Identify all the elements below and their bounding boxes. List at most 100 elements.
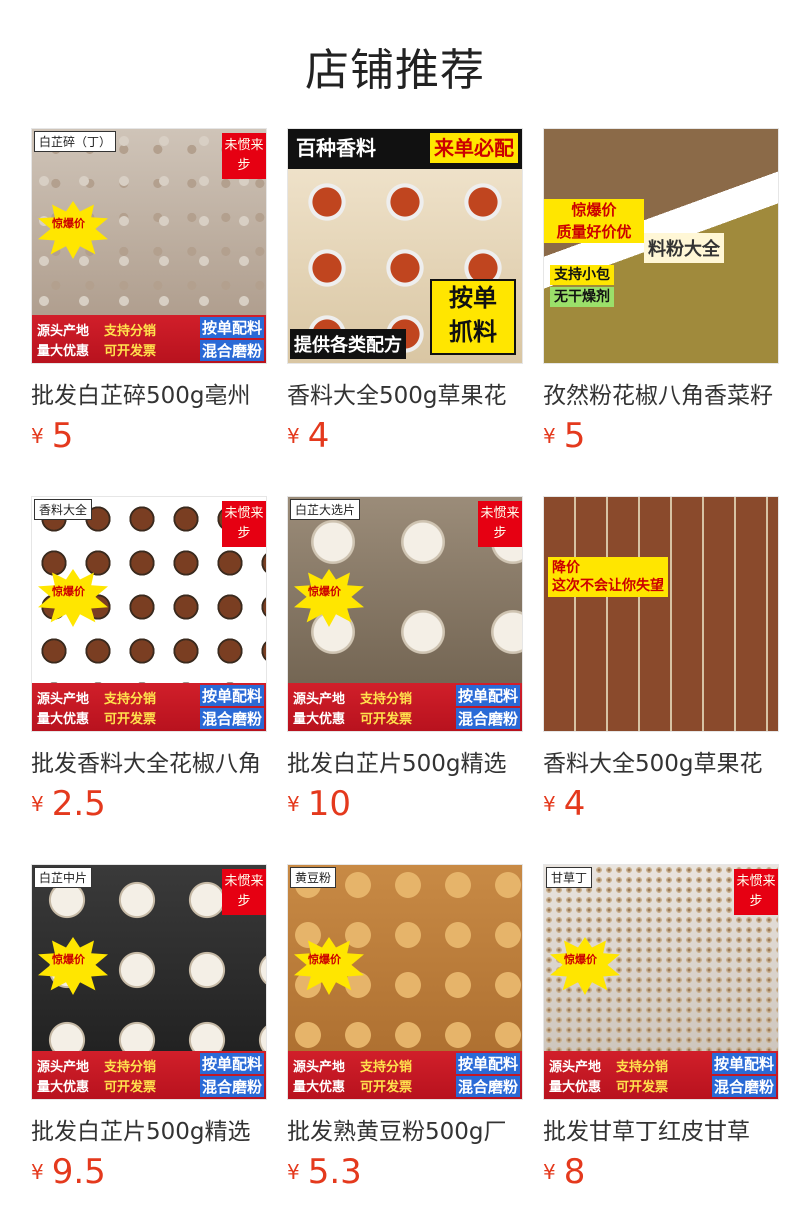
price-value: 4 [307, 416, 330, 456]
price-value: 5 [51, 416, 74, 456]
promo-band-l1: 源头产地 [293, 1060, 346, 1075]
promo-band-l1: 源头产地 [37, 1060, 90, 1075]
catalog-promo: 降价这次不会让你失望 [548, 557, 668, 597]
price-currency: ¥ [31, 1160, 44, 1184]
spice-big-2: 抓料 [449, 318, 497, 346]
product-price: ¥5.3 [287, 1152, 362, 1192]
product-card[interactable]: 百种香料 来单必配 按单 抓料 提供各类配方 香料大全500g草果花 ¥4 [287, 128, 523, 468]
product-price: ¥4 [287, 416, 329, 456]
brand-corner-badge: 未惯来步 [222, 869, 266, 915]
powder-support-2: 无干燥剂 [550, 287, 614, 307]
powder-banner: 惊爆价 质量好价优 [544, 199, 644, 243]
product-card[interactable]: 甘草丁 未惯来步 惊爆价 源头产地 量大优惠 支持分销 可开发票 按单配料 混合磨粉 批发甘草丁红… [543, 864, 779, 1204]
promo-band: 源头产地 量大优惠 支持分销 可开发票 按单配料 混合磨粉 [32, 683, 266, 731]
spice-banner-right: 来单必配 [430, 133, 518, 163]
product-image[interactable]: 白芷碎（丁） 未惯来步 惊爆价 源头产地 量大优惠 支持分销 可开发票 按单配料 混合磨粉 [31, 128, 267, 364]
product-name[interactable]: 批发甘草丁红皮甘草 [543, 1112, 779, 1146]
price-currency: ¥ [287, 1160, 300, 1184]
price-currency: ¥ [543, 1160, 556, 1184]
product-image[interactable]: 百种香料 来单必配 按单 抓料 提供各类配方 [287, 128, 523, 364]
promo-band-r1: 按单配料 [199, 317, 264, 338]
promo-band-r2: 混合磨粉 [199, 1076, 264, 1097]
product-name[interactable]: 批发香料大全花椒八角 [31, 744, 267, 778]
product-image[interactable]: 料粉大全 惊爆价 质量好价优 支持小包 无干燥剂 [543, 128, 779, 364]
price-value: 5 [563, 416, 586, 456]
product-image[interactable]: 香料大全 未惯来步 惊爆价 源头产地 量大优惠 支持分销 可开发票 按单配料 混合磨粉 [31, 496, 267, 732]
promo-band-m1: 支持分销 [360, 692, 413, 707]
product-card[interactable]: 香料大全 未惯来步 惊爆价 源头产地 量大优惠 支持分销 可开发票 按单配料 混合磨粉 批发香料大… [31, 496, 267, 836]
page-title: 店铺推荐 [305, 45, 485, 96]
product-name[interactable]: 批发白芷片500g精选 [287, 744, 523, 778]
product-card[interactable]: 降价这次不会让你失望香料大全500g草果花 ¥4 [543, 496, 779, 836]
product-card[interactable]: 白芷中片 未惯来步 惊爆价 源头产地 量大优惠 支持分销 可开发票 按单配料 混合磨粉 批发白芷片… [31, 864, 267, 1204]
price-currency: ¥ [543, 792, 556, 816]
brand-corner-badge: 未惯来步 [222, 501, 266, 547]
product-name[interactable]: 孜然粉花椒八角香菜籽 [543, 376, 779, 410]
promo-band-r2: 混合磨粉 [711, 1076, 776, 1097]
product-card[interactable]: 白芷碎（丁） 未惯来步 惊爆价 源头产地 量大优惠 支持分销 可开发票 按单配料 混合磨粉 批发白… [31, 128, 267, 468]
price-currency: ¥ [31, 424, 44, 448]
brand-corner-badge: 未惯来步 [222, 133, 266, 179]
promo-band-r1: 按单配料 [199, 685, 264, 706]
promo-burst-text: 惊爆价 [52, 953, 85, 966]
promo-band-m1: 支持分销 [104, 692, 157, 707]
promo-burst-text: 惊爆价 [564, 953, 597, 966]
product-image[interactable]: 甘草丁 未惯来步 惊爆价 源头产地 量大优惠 支持分销 可开发票 按单配料 混合磨粉 [543, 864, 779, 1100]
price-value: 5.3 [307, 1152, 362, 1192]
spice-banner-left: 百种香料 [296, 136, 376, 160]
promo-band-m1: 支持分销 [360, 1060, 413, 1075]
promo-band-r1: 按单配料 [199, 1053, 264, 1074]
product-name[interactable]: 批发白芷碎500g亳州 [31, 376, 267, 410]
promo-band-l2: 量大优惠 [293, 1080, 346, 1095]
promo-band-r1: 按单配料 [455, 685, 520, 706]
product-price: ¥10 [287, 784, 351, 824]
product-name[interactable]: 批发熟黄豆粉500g厂 [287, 1112, 523, 1146]
promo-burst-text: 惊爆价 [52, 217, 85, 230]
promo-band-m2: 可开发票 [616, 1080, 669, 1095]
brand-corner-badge: 未惯来步 [478, 501, 522, 547]
promo-band-m2: 可开发票 [360, 1080, 413, 1095]
powder-banner-1: 惊爆价 [571, 201, 617, 219]
product-price: ¥9.5 [31, 1152, 106, 1192]
promo-band-r1: 按单配料 [455, 1053, 520, 1074]
product-image[interactable]: 黄豆粉 惊爆价 源头产地 量大优惠 支持分销 可开发票 按单配料 混合磨粉 [287, 864, 523, 1100]
price-value: 10 [307, 784, 351, 824]
product-tag: 甘草丁 [546, 867, 593, 888]
catalog-promo-2: 这次不会让你失望 [552, 578, 664, 594]
product-price: ¥2.5 [31, 784, 106, 824]
spice-banner: 百种香料 来单必配 [288, 129, 522, 169]
product-image[interactable]: 白芷中片 未惯来步 惊爆价 源头产地 量大优惠 支持分销 可开发票 按单配料 混合磨粉 [31, 864, 267, 1100]
page: 店铺推荐 白芷碎（丁） 未惯来步 惊爆价 源头产地 量大优惠 支持分销 可开发票 按单配料 混合… [0, 0, 790, 1232]
promo-band: 源头产地 量大优惠 支持分销 可开发票 按单配料 混合磨粉 [32, 1051, 266, 1099]
product-image[interactable]: 白芷大选片 未惯来步 惊爆价 源头产地 量大优惠 支持分销 可开发票 按单配料 混合磨粉 [287, 496, 523, 732]
product-name[interactable]: 香料大全500g草果花 [543, 744, 779, 778]
product-price: ¥4 [543, 784, 585, 824]
catalog-promo-1: 降价 [552, 560, 580, 576]
product-tag: 香料大全 [34, 499, 93, 520]
price-value: 2.5 [51, 784, 106, 824]
product-tag: 白芷大选片 [290, 499, 361, 520]
product-name[interactable]: 香料大全500g草果花 [287, 376, 523, 410]
promo-band-l1: 源头产地 [549, 1060, 602, 1075]
product-image[interactable]: 降价这次不会让你失望 [543, 496, 779, 732]
promo-band-m1: 支持分销 [616, 1060, 669, 1075]
powder-support: 支持小包 无干燥剂 [550, 265, 614, 307]
promo-band-m1: 支持分销 [104, 324, 157, 339]
promo-band: 源头产地量大优惠 支持分销可开发票 按单配料 混合磨粉 [288, 1051, 522, 1099]
product-tag: 黄豆粉 [290, 867, 337, 888]
product-tag: 白芷碎（丁） [34, 131, 117, 152]
price-value: 8 [563, 1152, 586, 1192]
price-value: 9.5 [51, 1152, 106, 1192]
product-tag: 白芷中片 [34, 867, 93, 888]
promo-band-l1: 源头产地 [37, 324, 90, 339]
price-value: 4 [563, 784, 586, 824]
product-card[interactable]: 白芷大选片 未惯来步 惊爆价 源头产地 量大优惠 支持分销 可开发票 按单配料 混合磨粉 批发白芷… [287, 496, 523, 836]
promo-band-m2: 可开发票 [104, 1080, 157, 1095]
promo-band-r2: 混合磨粉 [455, 1076, 520, 1097]
promo-band-l1: 源头产地 [37, 692, 90, 707]
spice-bottom-label: 提供各类配方 [290, 329, 406, 359]
promo-band: 源头产地 量大优惠 支持分销 可开发票 按单配料 混合磨粉 [288, 683, 522, 731]
product-card[interactable]: 料粉大全 惊爆价 质量好价优 支持小包 无干燥剂 孜然粉花椒八角香菜籽 ¥5 [543, 128, 779, 468]
product-card[interactable]: 黄豆粉 惊爆价 源头产地 量大优惠 支持分销 可开发票 按单配料 混合磨粉 批发熟黄豆粉500g… [287, 864, 523, 1204]
product-name[interactable]: 批发白芷片500g精选 [31, 1112, 267, 1146]
